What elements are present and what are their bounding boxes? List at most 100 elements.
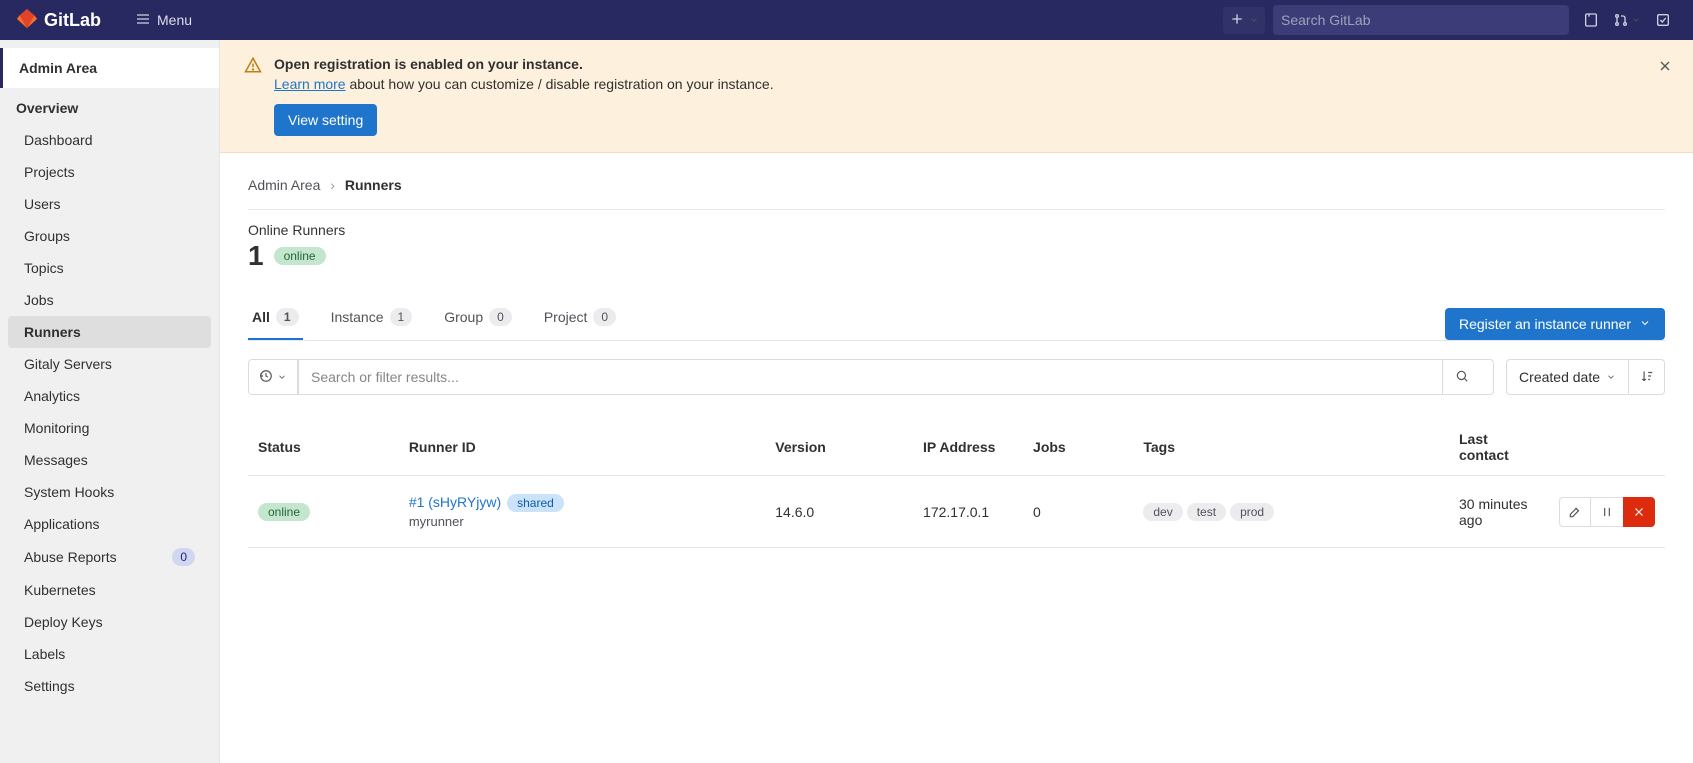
col-runner-id: Runner ID xyxy=(399,419,765,476)
history-icon xyxy=(259,369,273,386)
sidebar-item-label: Messages xyxy=(24,452,88,468)
sidebar-title[interactable]: Admin Area xyxy=(0,48,219,88)
summary-label: Online Runners xyxy=(248,222,1665,238)
sort-dropdown[interactable]: Created date xyxy=(1506,359,1629,395)
sidebar-item-gitaly-servers[interactable]: Gitaly Servers xyxy=(8,348,211,380)
search-icon xyxy=(1455,369,1469,386)
sidebar-section-overview[interactable]: Overview xyxy=(0,88,219,124)
sidebar-item-label: Abuse Reports xyxy=(24,549,117,565)
tab-all[interactable]: All 1 xyxy=(248,296,303,340)
alert-title: Open registration is enabled on your ins… xyxy=(274,56,583,72)
create-dropdown[interactable] xyxy=(1223,7,1265,34)
tab-instance[interactable]: Instance 1 xyxy=(327,296,417,340)
register-runner-button[interactable]: Register an instance runner xyxy=(1445,308,1665,340)
search-history-button[interactable] xyxy=(248,359,298,395)
summary-status-pill: online xyxy=(274,247,326,265)
sidebar-item-dashboard[interactable]: Dashboard xyxy=(8,124,211,156)
sidebar-item-label: Applications xyxy=(24,516,100,532)
sidebar-item-abuse-reports[interactable]: Abuse Reports0 xyxy=(8,540,211,574)
menu-toggle-label: Menu xyxy=(157,12,192,28)
tab-label: Instance xyxy=(331,309,384,325)
sidebar-item-label: Analytics xyxy=(24,388,80,404)
sidebar-item-users[interactable]: Users xyxy=(8,188,211,220)
sidebar-item-runners[interactable]: Runners xyxy=(8,316,211,348)
sidebar-item-label: Dashboard xyxy=(24,132,93,148)
sidebar-item-label: Gitaly Servers xyxy=(24,356,112,372)
merge-requests-icon[interactable] xyxy=(1613,6,1641,34)
sidebar-item-label: Jobs xyxy=(24,292,54,308)
top-nav: GitLab Menu xyxy=(0,0,1693,40)
tab-count: 0 xyxy=(593,308,616,326)
sidebar-item-label: Users xyxy=(24,196,61,212)
issues-icon[interactable] xyxy=(1577,6,1605,34)
filter-input[interactable] xyxy=(311,360,1442,394)
sidebar-item-monitoring[interactable]: Monitoring xyxy=(8,412,211,444)
sort-direction-button[interactable] xyxy=(1629,359,1665,395)
chevron-down-icon xyxy=(1631,12,1641,28)
tab-count: 1 xyxy=(276,308,299,326)
cell-jobs: 0 xyxy=(1023,476,1133,548)
learn-more-link[interactable]: Learn more xyxy=(274,76,346,92)
sidebar-item-messages[interactable]: Messages xyxy=(8,444,211,476)
todos-icon[interactable] xyxy=(1649,6,1677,34)
sidebar-item-label: Settings xyxy=(24,678,75,694)
brand-text: GitLab xyxy=(44,10,101,31)
sidebar: Admin Area Overview Dashboard Projects Use… xyxy=(0,40,220,763)
sidebar-item-deploy-keys[interactable]: Deploy Keys xyxy=(8,606,211,638)
registration-alert: Open registration is enabled on your ins… xyxy=(220,40,1693,153)
tab-count: 0 xyxy=(489,308,512,326)
breadcrumb: Admin Area › Runners xyxy=(248,169,1665,209)
tab-count: 1 xyxy=(390,308,413,326)
sidebar-item-jobs[interactable]: Jobs xyxy=(8,284,211,316)
menu-toggle[interactable]: Menu xyxy=(127,7,200,34)
tab-label: Group xyxy=(444,309,483,325)
sort-label: Created date xyxy=(1519,369,1600,385)
sidebar-item-label: Topics xyxy=(24,260,64,276)
sidebar-item-labels[interactable]: Labels xyxy=(8,638,211,670)
pause-runner-button[interactable] xyxy=(1591,497,1623,527)
summary-count: 1 xyxy=(248,240,264,272)
sidebar-item-system-hooks[interactable]: System Hooks xyxy=(8,476,211,508)
sidebar-item-analytics[interactable]: Analytics xyxy=(8,380,211,412)
filter-search-button[interactable] xyxy=(1442,360,1481,394)
runners-table: Status Runner ID Version IP Address Jobs… xyxy=(248,419,1665,548)
col-jobs: Jobs xyxy=(1023,419,1133,476)
sidebar-item-settings[interactable]: Settings xyxy=(8,670,211,702)
sidebar-item-label: Projects xyxy=(24,164,75,180)
sidebar-item-groups[interactable]: Groups xyxy=(8,220,211,252)
search-input[interactable] xyxy=(1281,12,1561,28)
chevron-down-icon xyxy=(1639,316,1651,332)
tab-project[interactable]: Project0 xyxy=(540,296,620,340)
warning-icon xyxy=(244,56,262,136)
sidebar-item-kubernetes[interactable]: Kubernetes xyxy=(8,574,211,606)
chevron-down-icon xyxy=(277,369,287,385)
delete-runner-button[interactable] xyxy=(1623,497,1655,527)
plus-icon xyxy=(1229,11,1245,30)
main-content: Open registration is enabled on your ins… xyxy=(220,40,1693,763)
cell-version: 14.6.0 xyxy=(765,476,913,548)
close-icon[interactable] xyxy=(1657,58,1673,77)
chevron-down-icon xyxy=(1249,12,1259,28)
tab-group[interactable]: Group 0 xyxy=(440,296,516,340)
runner-tabs: All1Instance1Group0Project0 xyxy=(248,296,620,340)
runner-id-link[interactable]: #1 (sHyRYjyw) xyxy=(409,494,501,510)
view-setting-button[interactable]: View setting xyxy=(274,104,377,136)
brand-logo[interactable]: GitLab xyxy=(16,7,101,34)
edit-runner-button[interactable] xyxy=(1559,497,1591,527)
col-tags: Tags xyxy=(1133,419,1449,476)
tab-label: All xyxy=(252,309,270,325)
register-runner-label: Register an instance runner xyxy=(1459,316,1631,332)
breadcrumb-separator: › xyxy=(330,177,335,193)
global-search[interactable] xyxy=(1273,5,1569,35)
sidebar-item-label: Labels xyxy=(24,646,65,662)
runner-tag: dev xyxy=(1143,503,1182,521)
sidebar-item-topics[interactable]: Topics xyxy=(8,252,211,284)
breadcrumb-admin-area[interactable]: Admin Area xyxy=(248,177,320,193)
table-row: online#1 (sHyRYjyw)sharedmyrunner14.6.01… xyxy=(248,476,1665,548)
gitlab-icon xyxy=(16,7,38,34)
sidebar-item-applications[interactable]: Applications xyxy=(8,508,211,540)
runner-tag: prod xyxy=(1230,503,1274,521)
hamburger-icon xyxy=(135,11,151,30)
sidebar-item-projects[interactable]: Projects xyxy=(8,156,211,188)
sidebar-item-label: Deploy Keys xyxy=(24,614,103,630)
